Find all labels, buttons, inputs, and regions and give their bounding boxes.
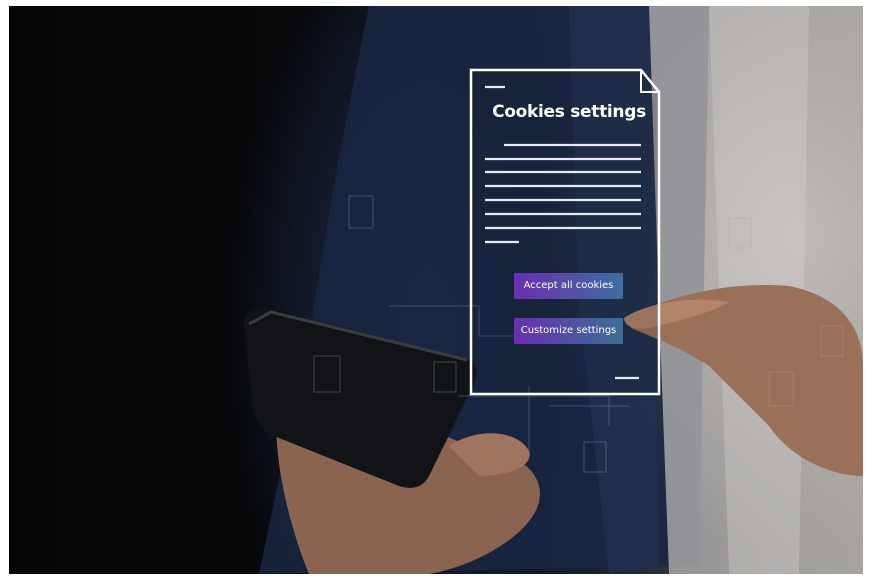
photo-scene: Cookies settings Accept all cookies Cust… [9, 6, 863, 574]
dialog-title: Cookies settings [492, 102, 646, 122]
scene-artwork [243, 6, 863, 574]
accept-all-cookies-button[interactable]: Accept all cookies [514, 273, 623, 299]
customize-settings-button[interactable]: Customize settings [514, 318, 623, 344]
